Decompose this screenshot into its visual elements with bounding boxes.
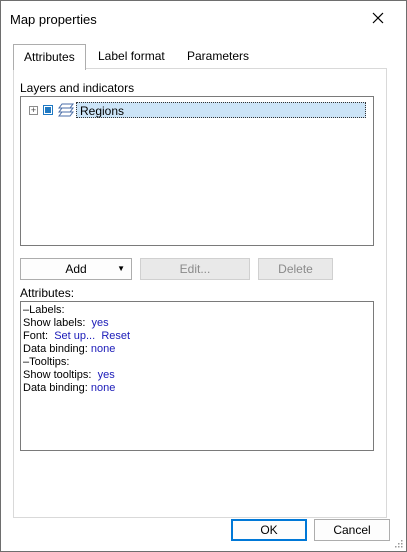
layers-heading: Layers and indicators [20,81,135,95]
show-labels-value[interactable]: yes [92,317,109,329]
show-tooltips-value[interactable]: yes [98,369,115,381]
layers-tree[interactable]: + Regions [20,96,374,246]
attributes-list[interactable]: –Labels: Show labels: yes Font: Set up..… [20,301,374,451]
attributes-heading: Attributes: [20,286,75,300]
edit-button[interactable]: Edit... [140,258,250,280]
resize-grip-icon[interactable] [393,538,403,548]
tree-node-label[interactable]: Regions [76,102,366,118]
dropdown-arrow-icon: ▼ [117,264,125,273]
close-icon [372,12,384,24]
show-labels-row: Show labels: yes [23,317,109,330]
show-tooltips-name: Show tooltips: [23,369,92,381]
expand-icon[interactable]: + [29,105,38,115]
font-reset-link[interactable]: Reset [101,330,130,342]
tooltips-group[interactable]: –Tooltips: [23,356,69,369]
tab-label-format[interactable]: Label format [88,44,175,68]
map-properties-dialog: Map properties Attributes Label format P… [0,0,407,552]
labels-group[interactable]: –Labels: [23,304,65,317]
cancel-button[interactable]: Cancel [314,519,390,541]
show-tooltips-row: Show tooltips: yes [23,369,115,382]
show-labels-name: Show labels: [23,317,86,329]
font-row: Font: Set up... Reset [23,330,130,343]
tab-attributes[interactable]: Attributes [13,44,86,70]
layers-icon [58,103,74,117]
tooltips-binding-value[interactable]: none [91,382,115,394]
labels-binding-row: Data binding: none [23,343,115,356]
add-button-label: Add [65,262,87,276]
close-button[interactable] [367,7,389,29]
labels-binding-value[interactable]: none [91,343,115,355]
tooltips-group-label: Tooltips: [29,356,70,368]
tooltips-binding-name: Data binding: [23,382,88,394]
layer-visibility-checkbox[interactable] [43,105,53,115]
tab-parameters[interactable]: Parameters [177,44,259,68]
labels-group-label: Labels: [29,304,65,316]
font-setup-link[interactable]: Set up... [54,330,95,342]
labels-binding-name: Data binding: [23,343,88,355]
delete-button[interactable]: Delete [258,258,333,280]
font-name: Font: [23,330,49,342]
dialog-title: Map properties [10,12,97,27]
tooltips-binding-row: Data binding: none [23,382,115,395]
add-button[interactable]: Add ▼ [20,258,132,280]
ok-button[interactable]: OK [231,519,307,541]
tree-node-regions[interactable]: + Regions [29,102,366,118]
